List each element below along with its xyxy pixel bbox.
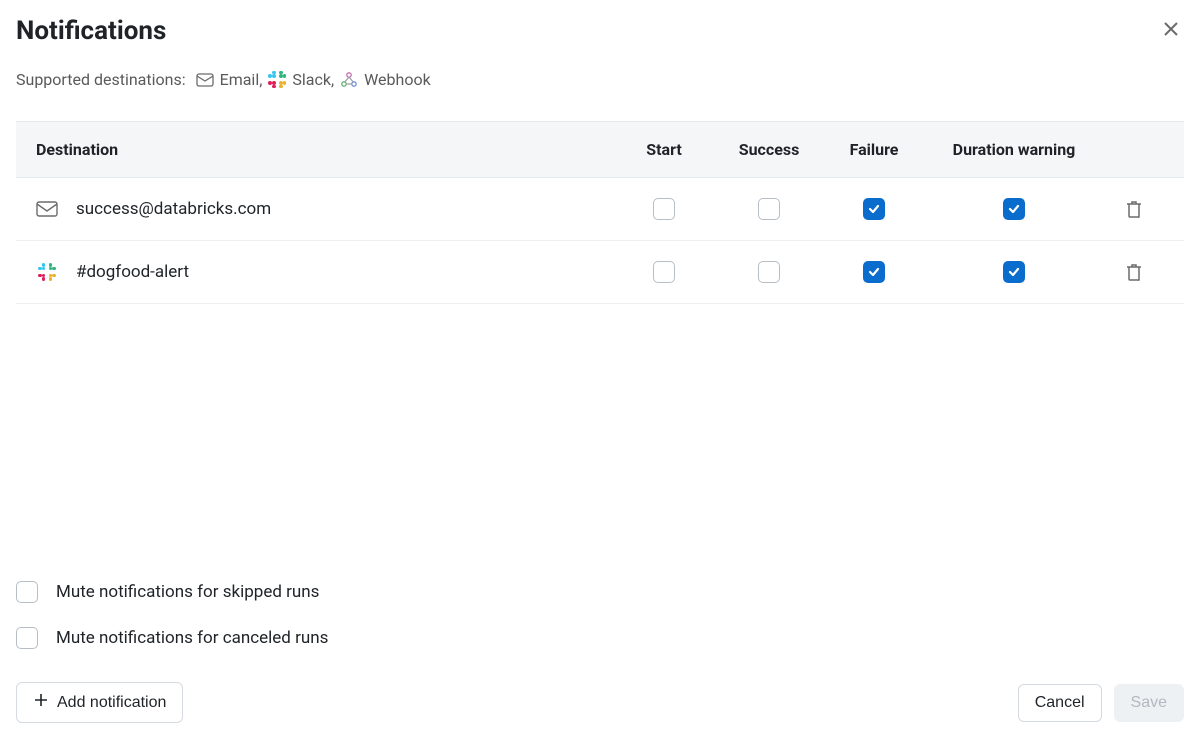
mute-skipped-checkbox[interactable] bbox=[16, 581, 38, 603]
delete-row-button[interactable] bbox=[1104, 199, 1164, 219]
checkbox-failure[interactable] bbox=[863, 261, 885, 283]
col-start: Start bbox=[614, 140, 714, 159]
destination-label: success@databricks.com bbox=[76, 199, 271, 219]
supported-webhook-label: Webhook bbox=[364, 70, 431, 89]
col-destination: Destination bbox=[36, 140, 614, 159]
mute-canceled-checkbox[interactable] bbox=[16, 627, 38, 649]
col-duration: Duration warning bbox=[924, 140, 1104, 159]
checkbox-failure[interactable] bbox=[863, 198, 885, 220]
checkbox-duration[interactable] bbox=[1003, 261, 1025, 283]
email-icon bbox=[36, 201, 58, 217]
add-notification-button[interactable]: Add notification bbox=[16, 682, 183, 723]
notifications-table: Destination Start Success Failure Durati… bbox=[16, 121, 1184, 304]
slack-icon bbox=[36, 263, 58, 281]
table-row: success@databricks.com bbox=[16, 178, 1184, 241]
save-button[interactable]: Save bbox=[1114, 684, 1184, 722]
checkbox-success[interactable] bbox=[758, 198, 780, 220]
checkbox-start[interactable] bbox=[653, 198, 675, 220]
supported-slack-label: Slack, bbox=[292, 70, 334, 89]
email-icon bbox=[196, 73, 214, 87]
plus-icon bbox=[33, 692, 49, 713]
cancel-button[interactable]: Cancel bbox=[1018, 684, 1102, 722]
table-header-row: Destination Start Success Failure Durati… bbox=[16, 121, 1184, 178]
supported-label: Supported destinations: bbox=[16, 70, 186, 89]
mute-canceled-label: Mute notifications for canceled runs bbox=[56, 628, 328, 648]
delete-row-button[interactable] bbox=[1104, 262, 1164, 282]
checkbox-start[interactable] bbox=[653, 261, 675, 283]
col-failure: Failure bbox=[824, 140, 924, 159]
checkbox-duration[interactable] bbox=[1003, 198, 1025, 220]
close-icon[interactable] bbox=[1158, 16, 1184, 47]
supported-email-label: Email, bbox=[220, 70, 263, 89]
dialog-title: Notifications bbox=[16, 16, 166, 46]
mute-skipped-label: Mute notifications for skipped runs bbox=[56, 582, 319, 602]
col-success: Success bbox=[714, 140, 824, 159]
add-notification-label: Add notification bbox=[57, 694, 166, 712]
webhook-icon bbox=[340, 72, 358, 88]
slack-icon bbox=[268, 71, 286, 89]
supported-destinations: Supported destinations: Email, Slack, We… bbox=[16, 70, 1184, 89]
checkbox-success[interactable] bbox=[758, 261, 780, 283]
destination-label: #dogfood-alert bbox=[76, 262, 189, 282]
table-row: #dogfood-alert bbox=[16, 241, 1184, 304]
